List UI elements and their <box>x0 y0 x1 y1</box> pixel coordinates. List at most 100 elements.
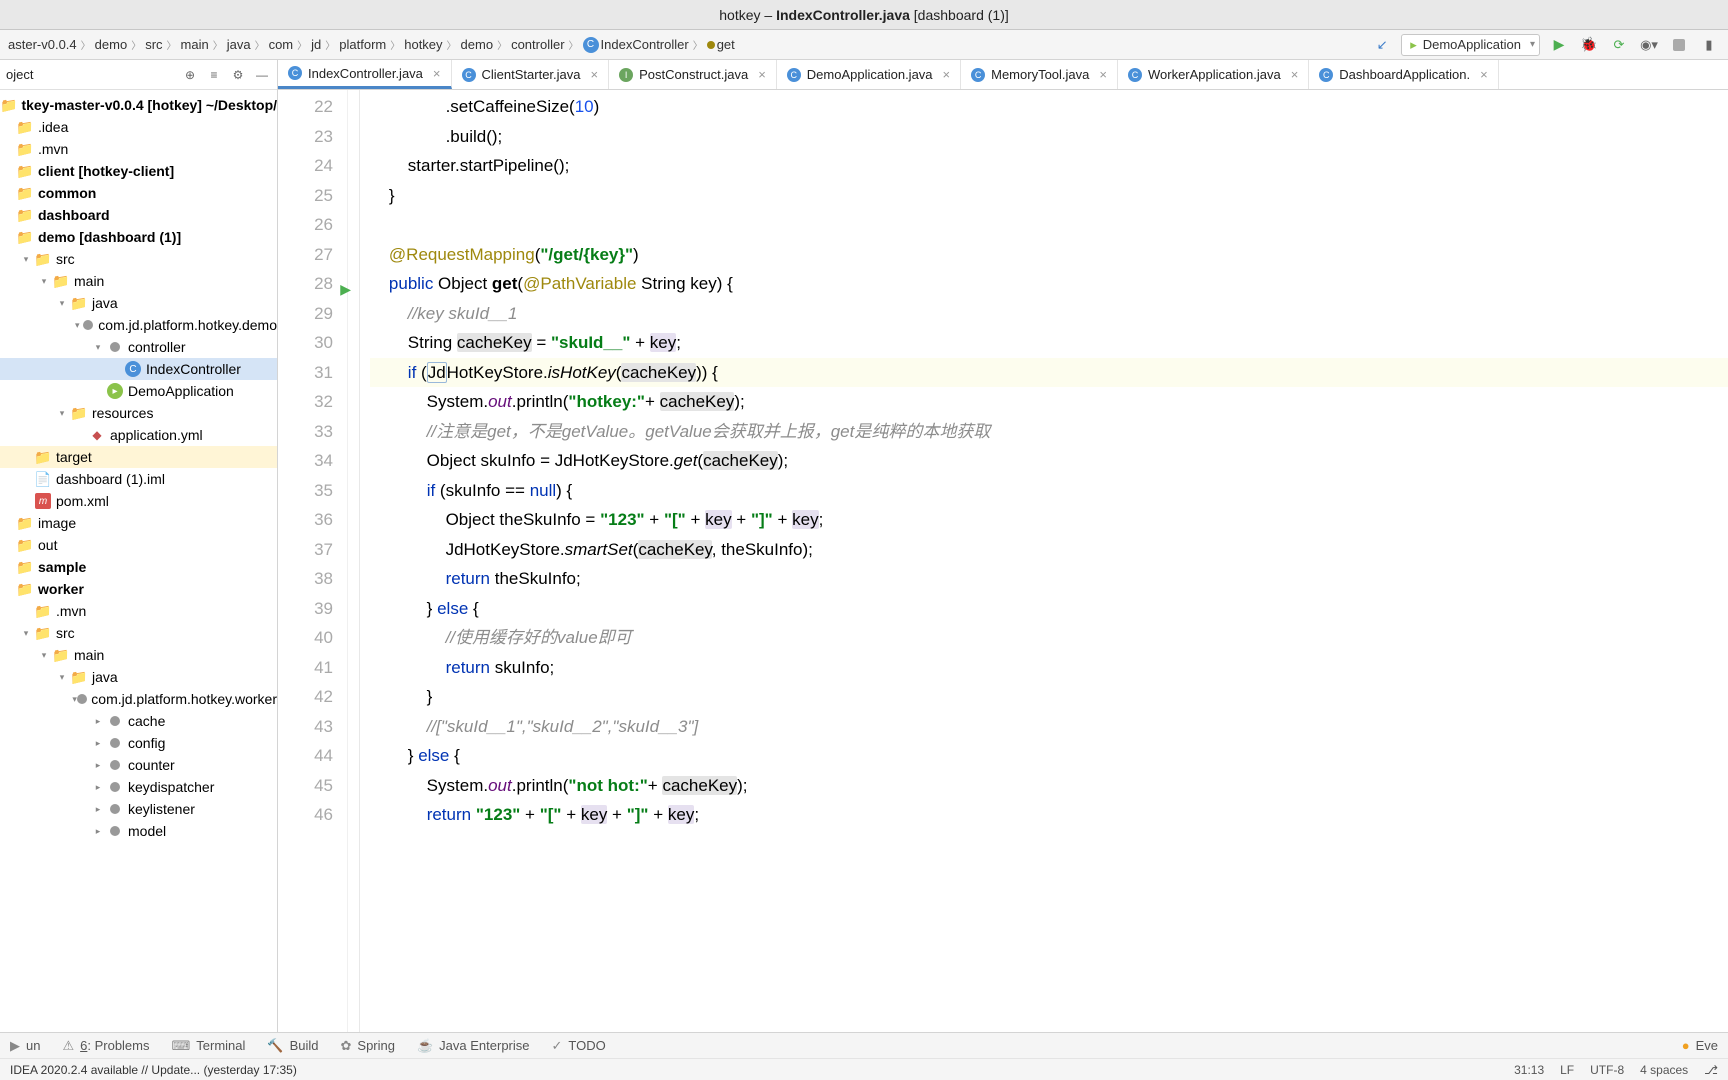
breadcrumb-item[interactable]: aster-v0.0.4 <box>8 37 77 52</box>
tool-window-button[interactable]: ☕Java Enterprise <box>417 1038 530 1054</box>
close-tab-icon[interactable]: × <box>1099 67 1107 82</box>
tree-item[interactable]: 📁client [hotkey-client] <box>0 160 277 182</box>
gutter[interactable]: 22232425262728▶2930313233343536373839404… <box>278 90 348 1032</box>
close-tab-icon[interactable]: × <box>1480 67 1488 82</box>
breadcrumb-item[interactable]: java <box>227 37 251 52</box>
tree-item[interactable]: ▸cache <box>0 710 277 732</box>
breadcrumb-item[interactable]: controller <box>511 37 564 52</box>
coverage-button[interactable]: ⟳ <box>1608 34 1630 56</box>
breadcrumb-item[interactable]: get <box>707 37 735 52</box>
tree-item[interactable]: ▸counter <box>0 754 277 776</box>
close-tab-icon[interactable]: × <box>433 66 441 81</box>
tree-item[interactable]: 📁image <box>0 512 277 534</box>
more-icon[interactable]: ▮ <box>1698 34 1720 56</box>
expand-icon[interactable]: ≡ <box>205 66 223 84</box>
event-log-button[interactable]: ●Eve <box>1682 1038 1718 1053</box>
git-branch-icon[interactable]: ⎇ <box>1704 1063 1718 1077</box>
tree-item[interactable]: ▾📁main <box>0 644 277 666</box>
close-tab-icon[interactable]: × <box>943 67 951 82</box>
editor-tab[interactable]: CClientStarter.java× <box>452 60 610 89</box>
caret-position[interactable]: 31:13 <box>1514 1063 1544 1077</box>
fold-bar[interactable] <box>348 90 360 1032</box>
project-tool-window: oject ⊕ ≡ ⚙ — 📁tkey-master-v0.0.4 [hotke… <box>0 60 278 1032</box>
tree-item[interactable]: ▾controller <box>0 336 277 358</box>
window-title: hotkey – IndexController.java [dashboard… <box>719 7 1009 23</box>
tree-item[interactable]: 📁common <box>0 182 277 204</box>
tool-window-button[interactable]: 🔨Build <box>267 1038 318 1054</box>
breadcrumb-item[interactable]: jd <box>311 37 321 52</box>
indent-info[interactable]: 4 spaces <box>1640 1063 1688 1077</box>
window-title-bar: hotkey – IndexController.java [dashboard… <box>0 0 1728 30</box>
tool-window-button[interactable]: ✓TODO <box>552 1038 606 1054</box>
debug-button[interactable]: 🐞 <box>1578 34 1600 56</box>
tree-item[interactable]: 📁worker <box>0 578 277 600</box>
project-tree[interactable]: 📁tkey-master-v0.0.4 [hotkey] ~/Desktop/h… <box>0 90 277 1032</box>
editor-tab[interactable]: IPostConstruct.java× <box>609 60 777 89</box>
editor-tab[interactable]: CDemoApplication.java× <box>777 60 961 89</box>
breadcrumb-item[interactable]: com <box>269 37 294 52</box>
run-button[interactable]: ▶ <box>1548 34 1570 56</box>
tree-item[interactable]: 📁target <box>0 446 277 468</box>
tree-item[interactable]: ▾📁java <box>0 292 277 314</box>
tree-item[interactable]: ▾📁resources <box>0 402 277 424</box>
tool-window-button[interactable]: ⌨Terminal <box>172 1038 246 1054</box>
hide-icon[interactable]: — <box>253 66 271 84</box>
tree-item[interactable]: 📁out <box>0 534 277 556</box>
tree-item[interactable]: ▾com.jd.platform.hotkey.worker <box>0 688 277 710</box>
tree-item[interactable]: 📁dashboard <box>0 204 277 226</box>
tree-item[interactable]: ▸model <box>0 820 277 842</box>
tree-item[interactable]: ▾📁src <box>0 622 277 644</box>
tree-item[interactable]: 📄dashboard (1).iml <box>0 468 277 490</box>
breadcrumb-item[interactable]: hotkey <box>404 37 442 52</box>
breadcrumb-item[interactable]: demo <box>95 37 128 52</box>
tool-window-button[interactable]: ⚠6: Problems <box>62 1038 149 1054</box>
tree-item[interactable]: ▾📁src <box>0 248 277 270</box>
line-separator[interactable]: LF <box>1560 1063 1574 1077</box>
breadcrumb-item[interactable]: main <box>181 37 209 52</box>
editor-tab[interactable]: CWorkerApplication.java× <box>1118 60 1309 89</box>
breadcrumb-item[interactable]: demo <box>461 37 494 52</box>
breadcrumb-item[interactable]: platform <box>339 37 386 52</box>
tree-item[interactable]: ▾📁main <box>0 270 277 292</box>
profile-button[interactable]: ◉▾ <box>1638 34 1660 56</box>
editor-tab[interactable]: CIndexController.java× <box>278 60 452 89</box>
run-configuration-select[interactable]: ▸DemoApplication <box>1401 34 1540 56</box>
tree-item[interactable]: ◆application.yml <box>0 424 277 446</box>
editor[interactable]: 22232425262728▶2930313233343536373839404… <box>278 90 1728 1032</box>
gear-icon[interactable]: ⚙ <box>229 66 247 84</box>
tree-item[interactable]: mpom.xml <box>0 490 277 512</box>
run-gutter-icon[interactable]: ▶ <box>340 275 351 305</box>
tree-item[interactable]: ▸keylistener <box>0 798 277 820</box>
target-icon[interactable]: ⊕ <box>181 66 199 84</box>
bottom-tool-bar: ▶un ⚠6: Problems ⌨Terminal 🔨Build ✿Spring ☕Ja… <box>0 1032 1728 1058</box>
tree-item[interactable]: 📁.mvn <box>0 600 277 622</box>
tree-item[interactable]: 📁demo [dashboard (1)] <box>0 226 277 248</box>
tree-item[interactable]: 📁.idea <box>0 116 277 138</box>
stop-button[interactable] <box>1668 34 1690 56</box>
tool-window-button[interactable]: ▶un <box>10 1038 40 1054</box>
code-content[interactable]: .setCaffeineSize(10) .build(); starter.s… <box>360 90 1728 1032</box>
update-notification[interactable]: IDEA 2020.2.4 available // Update... (ye… <box>10 1063 297 1077</box>
close-tab-icon[interactable]: × <box>758 67 766 82</box>
tree-item[interactable]: 📁tkey-master-v0.0.4 [hotkey] ~/Desktop/h <box>0 94 277 116</box>
close-tab-icon[interactable]: × <box>1291 67 1299 82</box>
tree-item[interactable]: ▸config <box>0 732 277 754</box>
close-tab-icon[interactable]: × <box>591 67 599 82</box>
status-bar: IDEA 2020.2.4 available // Update... (ye… <box>0 1058 1728 1080</box>
tree-item[interactable]: ▾com.jd.platform.hotkey.demo <box>0 314 277 336</box>
tree-item[interactable]: ▸keydispatcher <box>0 776 277 798</box>
editor-tab[interactable]: CDashboardApplication.× <box>1309 60 1498 89</box>
breadcrumb-item[interactable]: C IndexController <box>583 37 689 53</box>
back-icon[interactable]: ↙ <box>1371 34 1393 56</box>
editor-tabs: CIndexController.java×CClientStarter.jav… <box>278 60 1728 90</box>
editor-tab[interactable]: CMemoryTool.java× <box>961 60 1118 89</box>
tree-item[interactable]: 📁.mvn <box>0 138 277 160</box>
file-encoding[interactable]: UTF-8 <box>1590 1063 1624 1077</box>
tool-window-button[interactable]: ✿Spring <box>341 1038 395 1054</box>
tree-item[interactable]: ▾📁java <box>0 666 277 688</box>
tree-item[interactable]: ▸DemoApplication <box>0 380 277 402</box>
tree-item[interactable]: 📁sample <box>0 556 277 578</box>
breadcrumb-item[interactable]: src <box>145 37 162 52</box>
project-tool-title: oject <box>6 67 173 82</box>
tree-item[interactable]: CIndexController <box>0 358 277 380</box>
